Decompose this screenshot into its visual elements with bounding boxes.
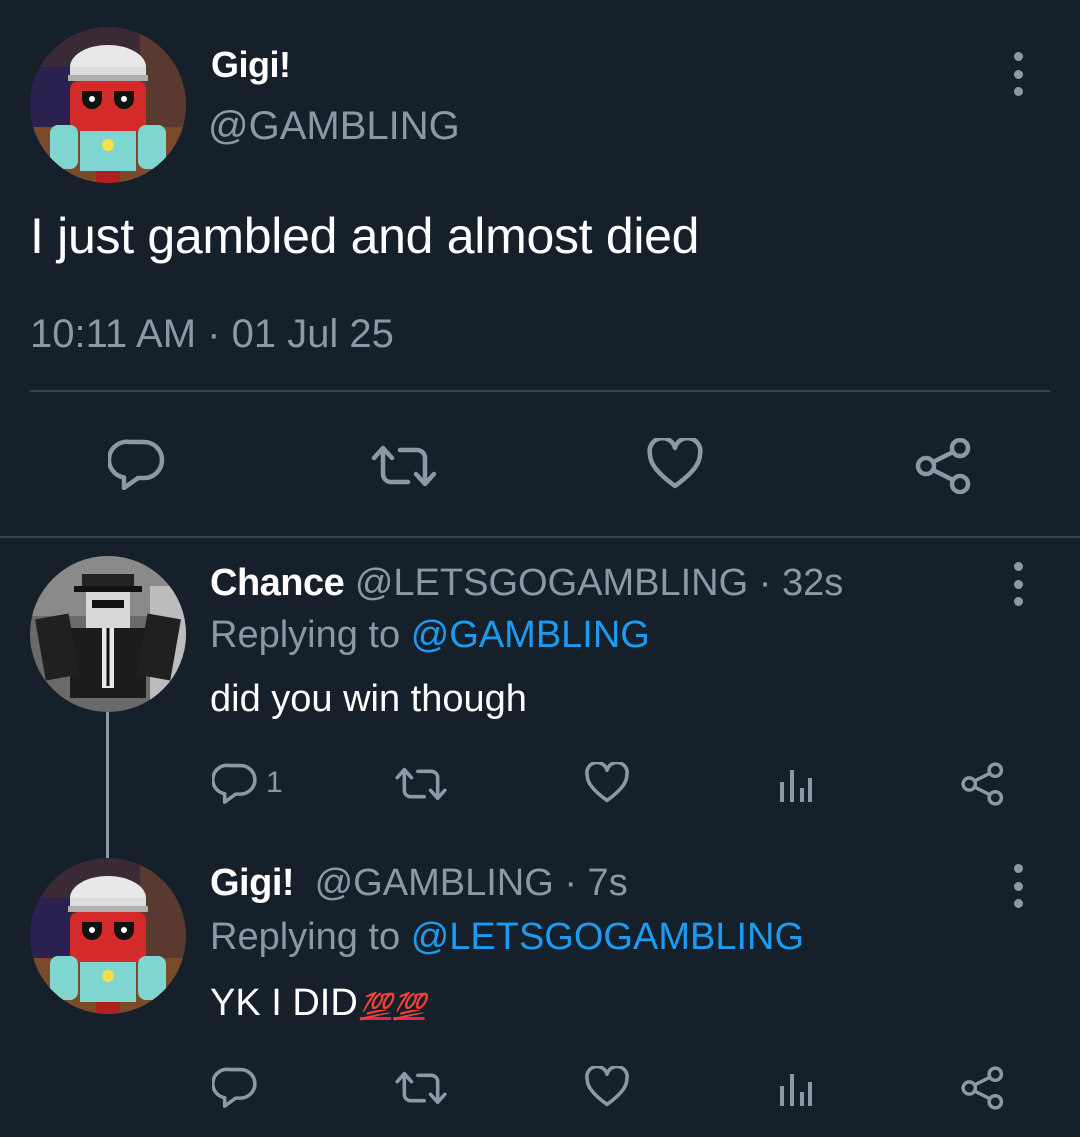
display-name[interactable]: Gigi! [211, 44, 291, 86]
avatar-gigi[interactable] [30, 27, 186, 183]
tweet-timestamp[interactable]: 10:11 AM · 01 Jul 25 [30, 312, 394, 357]
reply-text: did you win though [210, 678, 527, 720]
mention-link[interactable]: @GAMBLING [411, 614, 650, 656]
retweet-icon [395, 1071, 447, 1105]
reply-header: Chance @LETSGOGAMBLING · 32s [210, 562, 843, 605]
reply-icon [212, 763, 257, 804]
share-button[interactable] [960, 1066, 1006, 1110]
thread-connector [106, 712, 109, 858]
reply-text-body: YK I DID [210, 982, 358, 1024]
reply-icon [212, 1067, 257, 1108]
retweet-button[interactable] [394, 766, 448, 802]
avatar-gigi[interactable] [30, 858, 186, 1014]
more-vertical-icon[interactable] [1006, 52, 1030, 96]
retweet-icon [395, 767, 447, 801]
display-name[interactable]: Chance [210, 562, 345, 604]
divider [30, 390, 1050, 392]
reply-header: Gigi! @GAMBLING · 7s [210, 862, 628, 905]
heart-icon [585, 762, 629, 803]
heart-icon [647, 438, 703, 489]
analytics-icon [780, 1074, 812, 1106]
replying-prefix: Replying to [210, 916, 401, 958]
hundred-points-emoji: 💯 [393, 991, 425, 1021]
user-handle[interactable]: @LETSGOGAMBLING [355, 562, 748, 604]
reply-time: · 32s [758, 562, 844, 604]
hundred-points-emoji: 💯 [359, 991, 392, 1021]
tweet-text: I just gambled and almost died [30, 208, 700, 264]
share-button[interactable] [914, 438, 974, 494]
analytics-icon [780, 770, 812, 802]
heart-icon [585, 1066, 629, 1107]
replying-to: Replying to @GAMBLING [210, 614, 650, 657]
analytics-button[interactable] [778, 1072, 814, 1108]
divider [0, 536, 1080, 538]
display-name[interactable]: Gigi! [210, 862, 295, 904]
reply-time: · 7s [564, 862, 628, 904]
mention-link[interactable]: @LETSGOGAMBLING [411, 916, 804, 958]
more-vertical-icon[interactable] [1006, 562, 1030, 606]
like-button[interactable] [584, 1066, 630, 1108]
share-button[interactable] [960, 762, 1006, 806]
reply-count: 1 [266, 766, 283, 799]
retweet-icon [371, 445, 437, 487]
avatar-chance[interactable] [30, 556, 186, 712]
like-button[interactable] [646, 438, 704, 490]
reply-button[interactable] [108, 438, 166, 490]
share-icon [915, 438, 971, 494]
user-handle[interactable]: @GAMBLING [315, 862, 554, 904]
reply-button[interactable]: 1 [212, 762, 283, 804]
retweet-button[interactable] [370, 444, 438, 488]
more-vertical-icon[interactable] [1006, 864, 1030, 908]
reply-icon [108, 439, 165, 490]
retweet-button[interactable] [394, 1070, 448, 1106]
share-icon [961, 762, 1004, 806]
user-handle[interactable]: @GAMBLING [208, 104, 460, 149]
replying-to: Replying to @LETSGOGAMBLING [210, 916, 804, 959]
analytics-button[interactable] [778, 768, 814, 804]
replying-prefix: Replying to [210, 614, 401, 656]
reply-button[interactable] [212, 1066, 258, 1108]
like-button[interactable] [584, 762, 630, 804]
reply-text: YK I DID💯💯 [210, 982, 426, 1025]
share-icon [961, 1066, 1004, 1110]
